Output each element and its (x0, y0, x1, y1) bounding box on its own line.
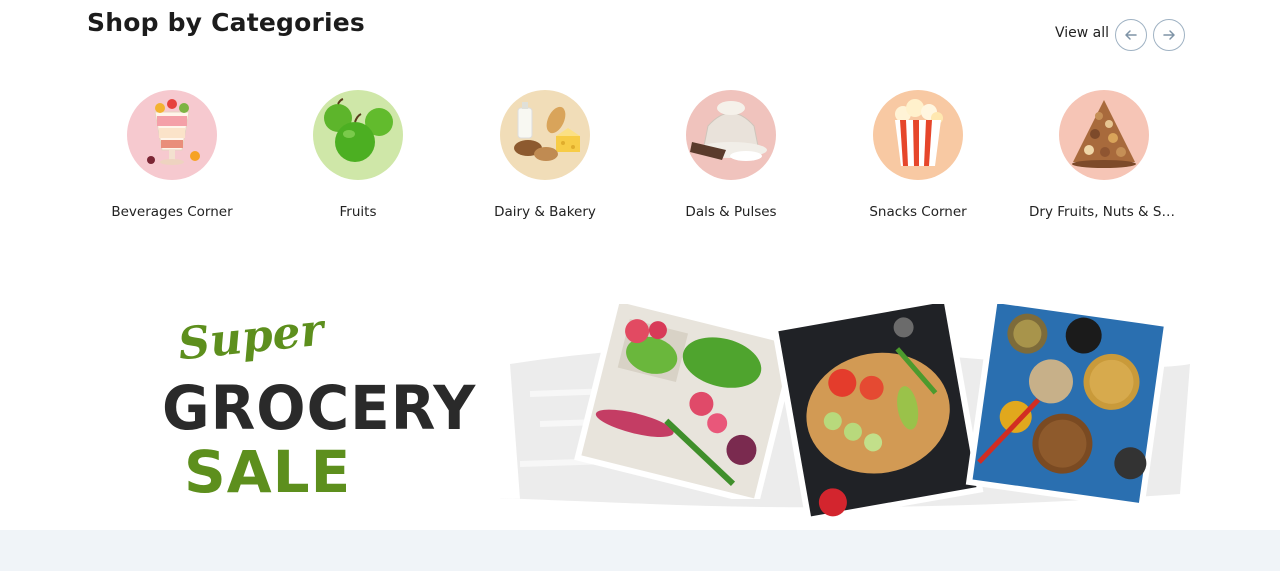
snacks-corner-image (873, 90, 963, 180)
dals-pulses-image (686, 90, 776, 180)
banner-super-text: Super (175, 304, 326, 371)
category-label: Fruits (339, 204, 377, 220)
view-all-link[interactable]: View all (1055, 25, 1109, 41)
arrow-left-icon (1125, 30, 1137, 40)
banner-grocery-text: GROCERY (162, 372, 477, 444)
category-label: Beverages Corner (111, 204, 233, 220)
category-dals-pulses[interactable]: Dals & Pulses (641, 90, 821, 220)
banner-sale-text: SALE (184, 438, 352, 506)
previous-button[interactable] (1115, 19, 1147, 51)
category-label: Dairy & Bakery (494, 204, 596, 220)
dairy-bakery-image (500, 90, 590, 180)
categories-carousel: Beverages Corner Fruits Dairy & Bakery D… (0, 90, 1280, 230)
category-snacks-corner[interactable]: Snacks Corner (828, 90, 1008, 220)
spices-photo (965, 304, 1171, 509)
banner-photo-collage (500, 304, 1190, 522)
banner-headline: Super GROCERY SALE (160, 304, 480, 522)
category-dairy-bakery[interactable]: Dairy & Bakery (455, 90, 635, 220)
category-fruits[interactable]: Fruits (268, 90, 448, 220)
category-dry-fruits-nuts[interactable]: Dry Fruits, Nuts & Se... (1014, 90, 1194, 220)
bottom-strip (0, 530, 1280, 571)
next-button[interactable] (1153, 19, 1185, 51)
fruits-image (313, 90, 403, 180)
super-grocery-sale-banner[interactable]: Super GROCERY SALE (120, 304, 1190, 522)
category-label: Dals & Pulses (685, 204, 777, 220)
category-label: Dry Fruits, Nuts & Se... (1029, 204, 1179, 220)
category-beverages-corner[interactable]: Beverages Corner (82, 90, 262, 220)
beverages-corner-image (127, 90, 217, 180)
dry-fruits-nuts-image (1059, 90, 1149, 180)
arrow-right-icon (1163, 30, 1175, 40)
section-title: Shop by Categories (87, 8, 366, 37)
category-label: Snacks Corner (869, 204, 967, 220)
